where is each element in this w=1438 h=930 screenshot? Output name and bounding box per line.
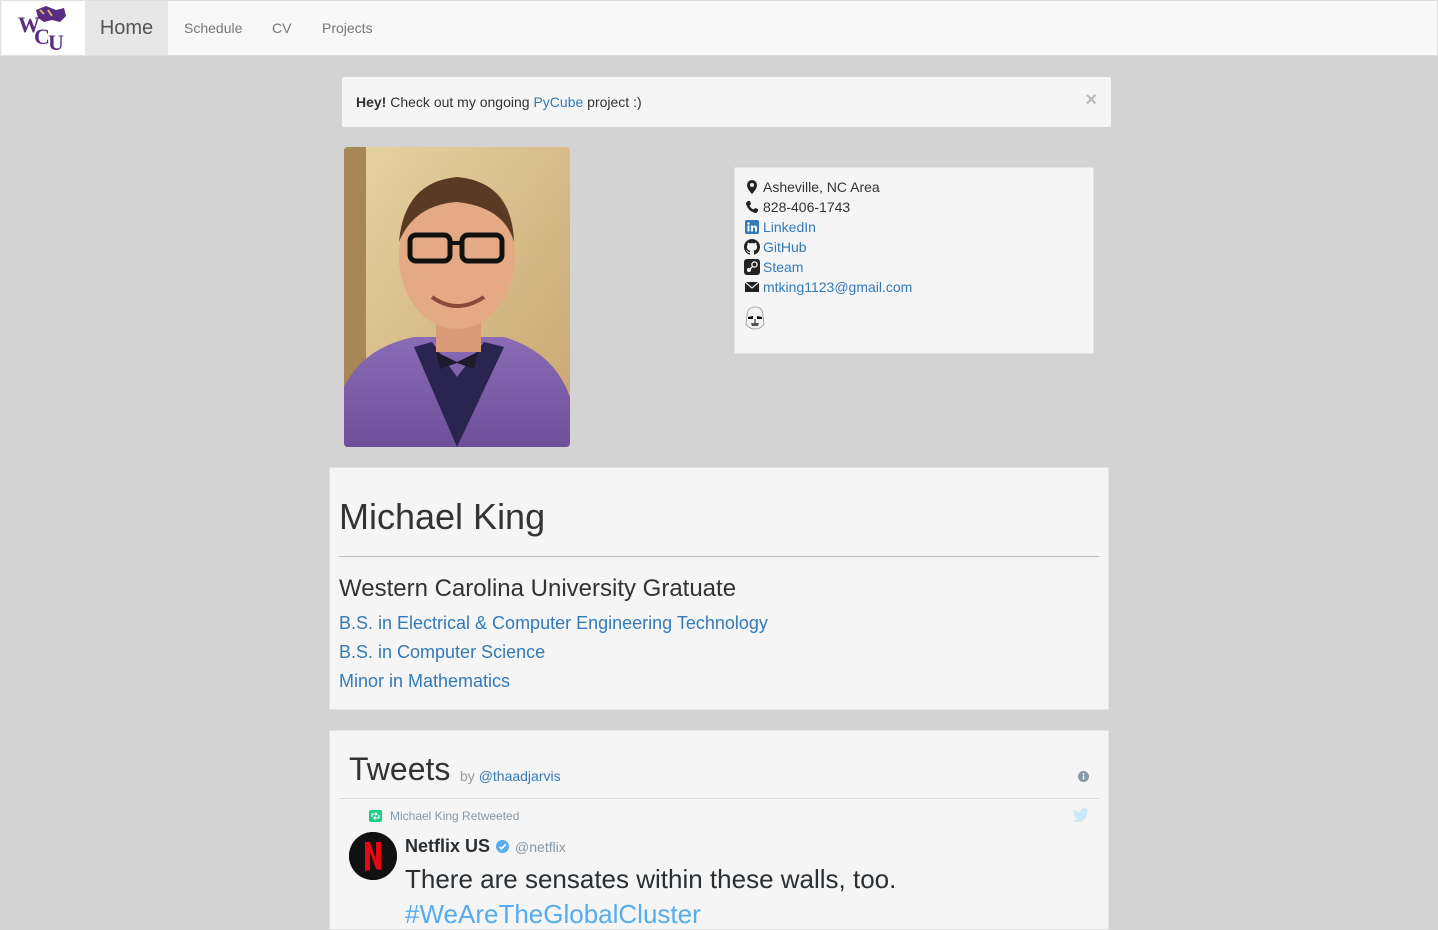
retweet-label: Michael King Retweeted — [390, 809, 520, 823]
location-text: Asheville, NC Area — [763, 179, 880, 195]
github-icon — [744, 239, 760, 255]
tweets-divider — [339, 798, 1099, 799]
navbar: W C U Home Schedule CV Projects — [0, 0, 1438, 56]
stormtrooper-icon — [744, 306, 766, 333]
degree-ecet-link[interactable]: B.S. in Electrical & Computer Engineerin… — [339, 613, 768, 634]
verified-icon — [496, 840, 510, 853]
bio-panel: Michael King Western Carolina University… — [329, 467, 1109, 710]
alert-lead: Hey! — [356, 94, 387, 110]
pycube-link[interactable]: PyCube — [533, 94, 583, 110]
tweet-author: Netflix US @netflix — [405, 836, 566, 857]
info-icon[interactable] — [1078, 769, 1089, 787]
location-row: Asheville, NC Area — [744, 177, 880, 197]
netflix-avatar[interactable] — [349, 832, 397, 880]
tweets-title: Tweets — [349, 751, 451, 787]
minor-math-link[interactable]: Minor in Mathematics — [339, 671, 510, 692]
degree-cs-link[interactable]: B.S. in Computer Science — [339, 642, 545, 663]
profile-photo — [344, 147, 570, 447]
nav-schedule[interactable]: Schedule — [184, 1, 242, 55]
tweets-handle-link[interactable]: @thaadjarvis — [479, 768, 561, 784]
alert-text-after: project :) — [587, 94, 642, 110]
profile-name: Michael King — [339, 496, 546, 537]
map-marker-icon — [744, 179, 760, 195]
twitter-bird-icon[interactable] — [1072, 808, 1089, 827]
tweets-panel: Tweets by @thaadjarvis Michael King Retw… — [329, 730, 1109, 930]
phone-row: 828-406-1743 — [744, 197, 850, 217]
retweet-context: Michael King Retweeted — [369, 809, 519, 823]
steam-row: Steam — [744, 257, 803, 277]
github-row: GitHub — [744, 237, 807, 257]
nav-home[interactable]: Home — [85, 1, 168, 55]
phone-text: 828-406-1743 — [763, 199, 851, 215]
linkedin-link[interactable]: LinkedIn — [763, 217, 816, 237]
tweets-byline: by @thaadjarvis — [460, 768, 561, 784]
author-handle[interactable]: @netflix — [515, 839, 566, 855]
nav-cv[interactable]: CV — [272, 1, 291, 55]
tweets-by-label: by — [460, 768, 475, 784]
envelope-icon — [744, 279, 760, 295]
close-icon[interactable]: × — [1085, 77, 1097, 123]
graduate-heading: Western Carolina University Gratuate — [339, 575, 737, 602]
github-link[interactable]: GitHub — [763, 237, 807, 257]
svg-text:U: U — [48, 30, 64, 52]
phone-icon — [744, 199, 760, 215]
tweet-hashtag-link[interactable]: #WeAreTheGlobalCluster — [405, 899, 701, 930]
announcement-alert: Hey! Check out my ongoing PyCube project… — [342, 77, 1111, 127]
wcu-logo[interactable]: W C U — [2, 1, 85, 55]
email-link[interactable]: mtking1123@gmail.com — [763, 277, 912, 297]
divider — [339, 556, 1099, 557]
contact-card: Asheville, NC Area 828-406-1743 LinkedIn… — [734, 167, 1094, 354]
nav-projects[interactable]: Projects — [322, 1, 373, 55]
tweet-text: There are sensates within these walls, t… — [405, 864, 897, 894]
email-row: mtking1123@gmail.com — [744, 277, 912, 297]
alert-text-before: Check out my ongoing — [390, 94, 530, 110]
author-name[interactable]: Netflix US — [405, 836, 490, 857]
linkedin-row: LinkedIn — [744, 217, 816, 237]
steam-icon — [744, 259, 760, 275]
steam-link[interactable]: Steam — [763, 257, 803, 277]
retweet-icon — [369, 810, 382, 822]
linkedin-icon — [744, 219, 760, 235]
